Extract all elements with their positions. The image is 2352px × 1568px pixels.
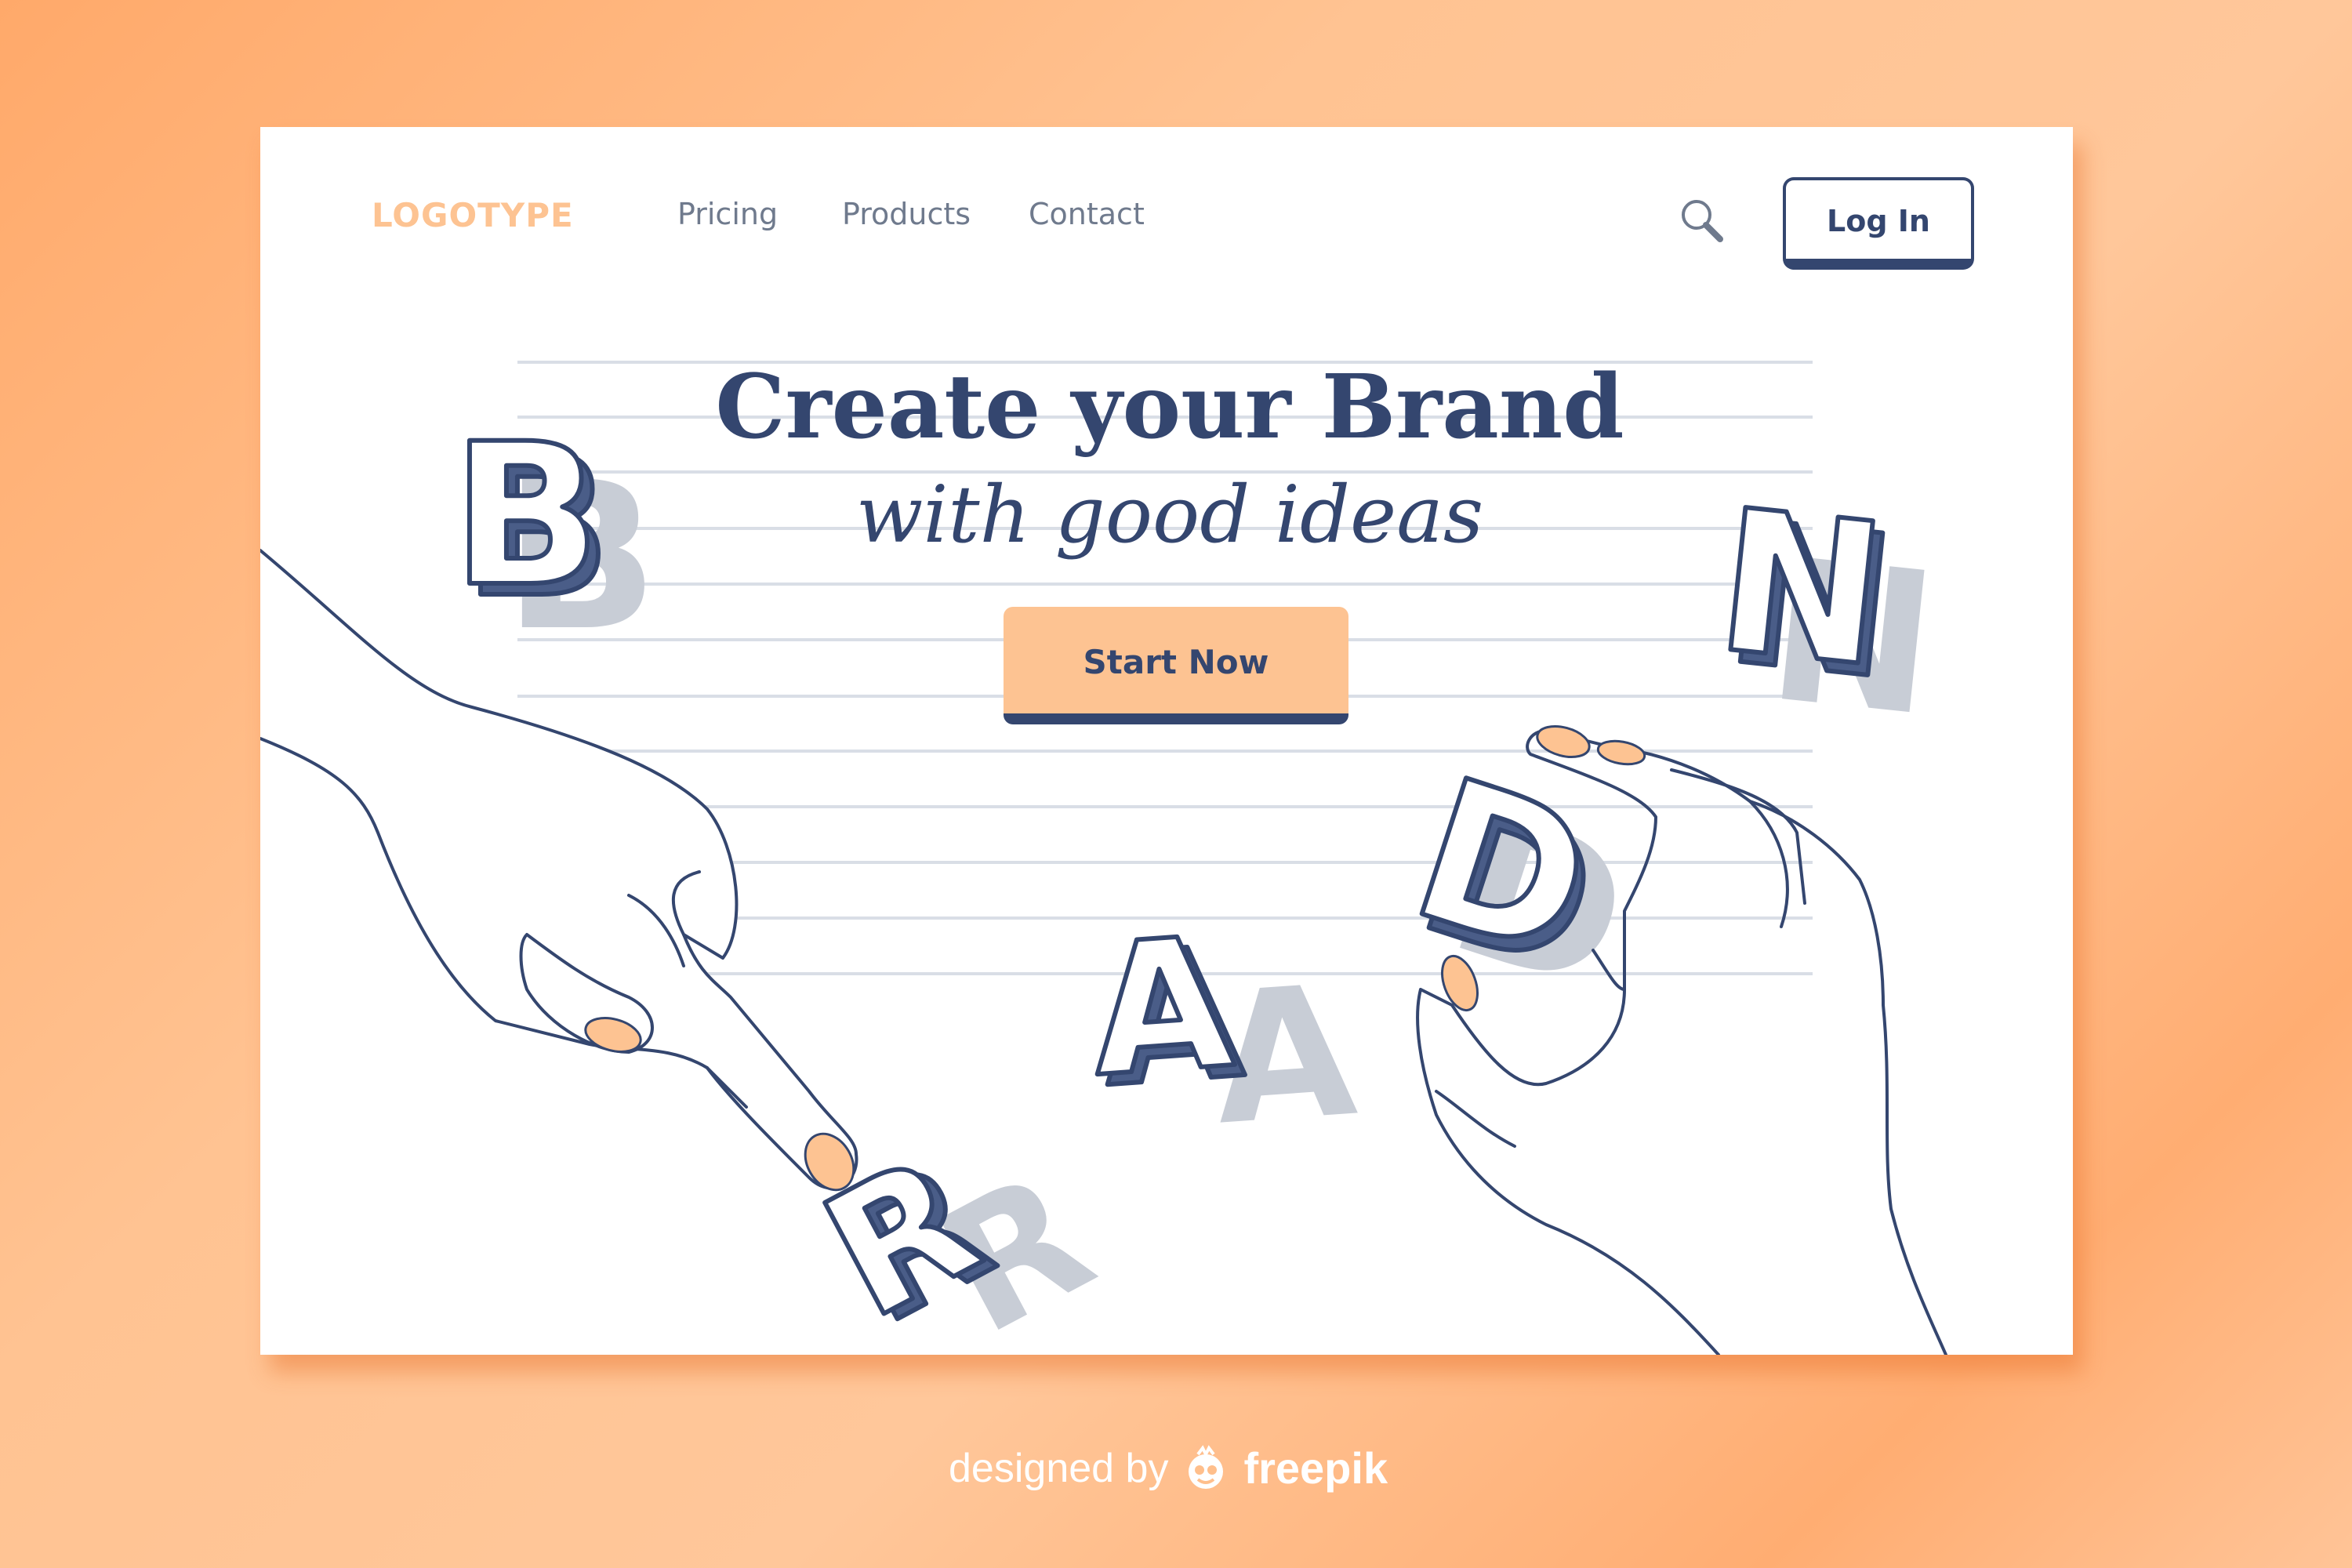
letter-b: B B B [449, 399, 659, 676]
hero-subtitle: with good ideas [855, 469, 1484, 561]
attribution-prefix: designed by [949, 1445, 1169, 1491]
right-middle-nail [1596, 739, 1646, 766]
right-index-nail [1536, 725, 1591, 758]
nav-link-products[interactable]: Products [842, 199, 971, 229]
letter-d: D D D [1388, 733, 1654, 1036]
letter-n: N N N [1705, 464, 1946, 760]
svg-text:A: A [1085, 898, 1239, 1117]
logo[interactable]: LOGOTYPE [372, 199, 574, 232]
nav-link-contact[interactable]: Contact [1029, 199, 1145, 229]
start-now-button[interactable]: Start Now [1004, 607, 1348, 724]
letter-a: A A A [1083, 896, 1362, 1165]
svg-text:N: N [1708, 466, 1895, 710]
search-icon [1682, 200, 1723, 242]
login-button[interactable]: Log In [1783, 177, 1974, 270]
hero-title: Create your Brand [715, 356, 1624, 459]
attribution-brand[interactable]: freepik [1243, 1443, 1388, 1494]
hero-illustration: B B B N N N A A A R R R D D D [260, 361, 1947, 1355]
svg-text:B: B [452, 401, 601, 630]
nav-link-pricing[interactable]: Pricing [677, 199, 778, 229]
attribution: designed by freepik [949, 1443, 1388, 1494]
landing-page-card: B B B N N N A A A R R R D D D LOGOTYPE P… [260, 127, 2073, 1355]
freepik-logo-icon [1189, 1444, 1224, 1489]
search-button[interactable] [1676, 196, 1728, 248]
